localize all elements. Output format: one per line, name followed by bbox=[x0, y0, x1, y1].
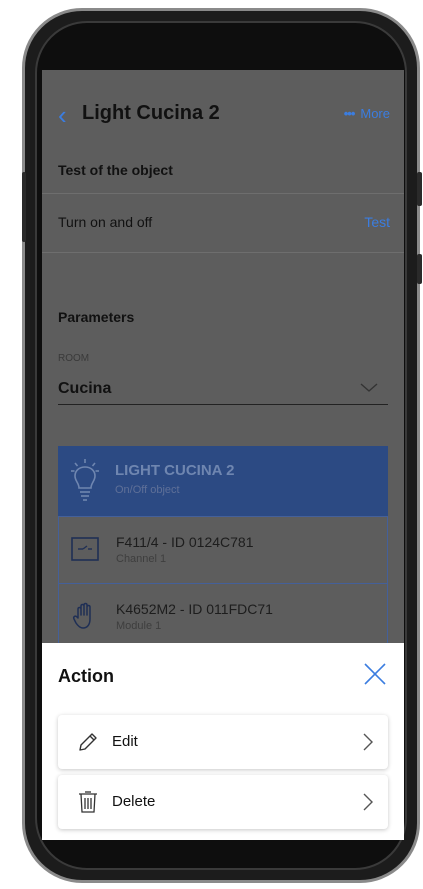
page-title: Light Cucina 2 bbox=[82, 102, 220, 124]
chevron-right-icon bbox=[363, 793, 373, 811]
chevron-right-icon bbox=[363, 733, 373, 751]
turn-on-off-label: Turn on and off bbox=[58, 214, 153, 230]
more-dots-icon: ••• bbox=[343, 106, 356, 121]
device-detail: Module 1 bbox=[116, 620, 162, 632]
device-name: F411/4 - ID 0124C781 bbox=[116, 534, 254, 550]
parameters-title: Parameters bbox=[58, 309, 135, 325]
test-button[interactable]: Test bbox=[364, 214, 390, 230]
top-bar: ‹ Light Cucina 2 ••• More bbox=[42, 92, 404, 138]
close-icon[interactable] bbox=[362, 661, 388, 687]
object-name: LIGHT CUCINA 2 bbox=[115, 462, 235, 479]
device-name: K4652M2 - ID 011FDC71 bbox=[116, 601, 273, 617]
pencil-icon bbox=[79, 733, 97, 751]
device-item[interactable]: F411/4 - ID 0124C781 Channel 1 bbox=[58, 516, 388, 584]
action-sheet-title: Action bbox=[58, 666, 114, 686]
phone-volume-button bbox=[22, 172, 26, 242]
more-button[interactable]: ••• More bbox=[344, 106, 390, 121]
room-label: ROOM bbox=[58, 353, 90, 364]
delete-option[interactable]: Delete bbox=[58, 775, 388, 829]
phone-side-button bbox=[417, 254, 422, 284]
chevron-down-icon bbox=[360, 383, 378, 392]
turn-on-off-row: Turn on and off Test bbox=[42, 193, 404, 252]
test-section-title: Test of the object bbox=[58, 162, 173, 178]
more-label: More bbox=[360, 106, 390, 121]
switch-module-icon bbox=[71, 537, 99, 561]
edit-option[interactable]: Edit bbox=[58, 715, 388, 769]
object-card[interactable]: LIGHT CUCINA 2 On/Off object bbox=[58, 446, 388, 516]
hand-icon bbox=[73, 602, 91, 629]
object-type: On/Off object bbox=[115, 484, 180, 496]
action-sheet: Action Edit Delete bbox=[42, 643, 404, 840]
edit-label: Edit bbox=[112, 733, 138, 750]
phone-power-button bbox=[417, 172, 422, 206]
room-select[interactable]: Cucina bbox=[58, 374, 388, 405]
room-value: Cucina bbox=[58, 380, 112, 397]
trash-icon bbox=[79, 791, 97, 813]
divider bbox=[42, 252, 404, 253]
back-chevron-icon[interactable]: ‹ bbox=[58, 100, 67, 130]
light-bulb-icon bbox=[71, 459, 99, 501]
device-detail: Channel 1 bbox=[116, 553, 167, 565]
app-screen: ‹ Light Cucina 2 ••• More Test of the obj… bbox=[42, 70, 404, 840]
delete-label: Delete bbox=[112, 793, 156, 810]
